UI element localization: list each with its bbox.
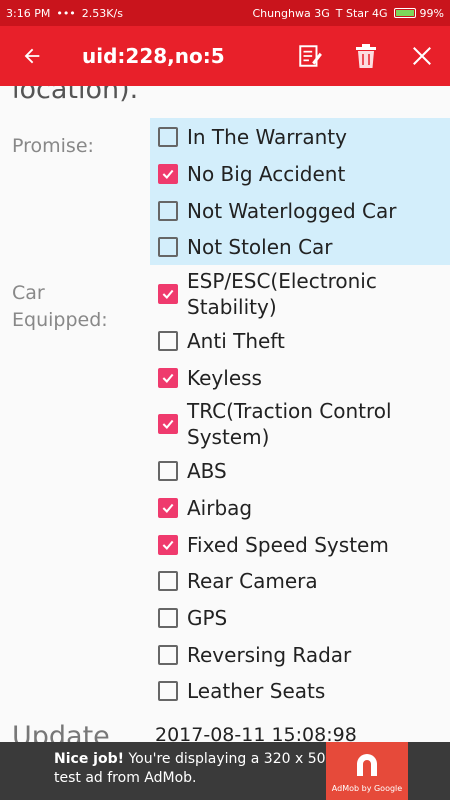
checkbox-label: Not Waterlogged Car [187,198,397,224]
edit-icon [299,45,322,67]
checkbox-label: Leather Seats [187,678,325,704]
equipped-option-0[interactable]: ESP/ESC(Electronic Stability) [158,268,377,320]
status-speed: 2.53K/s [81,6,123,20]
checkbox-label-line1: Airbag [187,496,253,520]
status-battery: 99% [419,6,444,20]
checkbox-label: Not Stolen Car [187,234,333,260]
trash-icon [356,44,376,68]
checkbox-label-line1: ESP/ESC(Electronic [187,269,377,293]
promise-option-2[interactable]: Not Waterlogged Car [158,198,397,224]
checkbox-label-line1: Anti Theft [187,329,285,353]
checkbox-label-line1: Keyless [187,366,262,390]
battery-icon [393,8,416,18]
checkbox-unchecked-icon[interactable] [158,645,178,665]
checkbox-label: ABS [187,458,227,484]
car-equipped-label-line2: Equipped: [12,309,108,331]
page-title: uid:228,no:5 [82,44,225,68]
promise-option-1[interactable]: No Big Accident [158,161,345,187]
checkbox-label: GPS [187,605,227,631]
edit-button[interactable] [282,26,338,86]
equipped-option-8[interactable]: GPS [158,605,227,631]
close-button[interactable] [394,26,450,86]
promise-option-3[interactable]: Not Stolen Car [158,234,333,260]
checkbox-label-line2: System) [187,425,270,449]
back-arrow-icon [24,48,40,64]
checkbox-unchecked-icon[interactable] [158,461,178,481]
checkbox-unchecked-icon[interactable] [158,608,178,628]
checkbox-unchecked-icon[interactable] [158,201,178,221]
equipped-option-3[interactable]: TRC(Traction Control System) [158,398,392,450]
ad-text-bold: Nice job! [54,751,125,767]
checkbox-checked-icon[interactable] [158,368,178,388]
checkbox-label-line1: In The Warranty [187,125,347,149]
checkbox-label: Rear Camera [187,568,318,594]
checkbox-label-line1: ABS [187,459,227,483]
back-button[interactable] [0,26,64,86]
equipped-option-2[interactable]: Keyless [158,365,262,391]
checkbox-unchecked-icon[interactable] [158,571,178,591]
equipped-option-5[interactable]: Airbag [158,495,252,521]
status-bar: 3:16 PM ••• 2.53K/s Chunghwa 3G T Star 4… [0,0,450,26]
close-icon [413,47,431,65]
admob-logo-text: AdMob by Google [331,784,403,793]
checkbox-label: Fixed Speed System [187,532,389,558]
admob-logo[interactable]: AdMob by Google [326,742,408,800]
checkbox-checked-icon[interactable] [158,498,178,518]
status-carrier-2: T Star 4G [335,6,388,20]
equipped-option-7[interactable]: Rear Camera [158,568,318,594]
checkbox-unchecked-icon[interactable] [158,237,178,257]
checkbox-label-line1: GPS [187,606,228,630]
cut-off-text: location). [12,86,139,105]
promise-option-0[interactable]: In The Warranty [158,124,347,150]
checkbox-label-line1: TRC(Traction Control [187,399,392,423]
equipped-option-10[interactable]: Leather Seats [158,678,325,704]
checkbox-label: Keyless [187,365,262,391]
ad-banner[interactable]: Nice job! You're displaying a 320 x 50 t… [0,742,450,800]
checkbox-label-line1: Fixed Speed System [187,533,389,557]
ad-text: Nice job! You're displaying a 320 x 50 t… [54,750,326,788]
checkbox-label-line1: Not Stolen Car [187,235,333,259]
checkbox-checked-icon[interactable] [158,284,178,304]
admob-icon [357,754,377,776]
checkbox-checked-icon[interactable] [158,535,178,555]
form-content[interactable]: location). Promise: In The Warranty No Bi… [0,86,450,742]
checkbox-label: No Big Accident [187,161,345,187]
checkbox-unchecked-icon[interactable] [158,331,178,351]
update-value: 2017-08-11 15:08:98 [155,724,357,742]
checkbox-label-line1: Not Waterlogged Car [187,199,397,223]
checkbox-label-line1: Reversing Radar [187,643,352,667]
update-label: Update [12,721,110,742]
checkbox-checked-icon[interactable] [158,414,178,434]
delete-button[interactable] [338,26,394,86]
car-equipped-label-line1: Car [12,282,45,304]
checkbox-label-line1: Rear Camera [187,569,318,593]
equipped-option-1[interactable]: Anti Theft [158,328,285,354]
checkbox-checked-icon[interactable] [158,164,178,184]
checkbox-label: Airbag [187,495,252,521]
equipped-option-6[interactable]: Fixed Speed System [158,532,389,558]
checkbox-label-line2: Stability) [187,295,277,319]
checkbox-label-line1: Leather Seats [187,679,326,703]
checkbox-label: ESP/ESC(Electronic Stability) [187,268,377,320]
checkbox-unchecked-icon[interactable] [158,681,178,701]
equipped-option-4[interactable]: ABS [158,458,227,484]
promise-label: Promise: [12,135,94,157]
checkbox-label: TRC(Traction Control System) [187,398,392,450]
status-dots: ••• [56,6,76,20]
checkbox-label: In The Warranty [187,124,347,150]
checkbox-label: Reversing Radar [187,642,351,668]
checkbox-label: Anti Theft [187,328,285,354]
status-carrier-1: Chunghwa 3G [252,6,330,20]
checkbox-label-line1: No Big Accident [187,162,346,186]
status-time: 3:16 PM [6,6,51,20]
app-bar: uid:228,no:5 [0,26,450,86]
checkbox-unchecked-icon[interactable] [158,127,178,147]
equipped-option-9[interactable]: Reversing Radar [158,642,351,668]
